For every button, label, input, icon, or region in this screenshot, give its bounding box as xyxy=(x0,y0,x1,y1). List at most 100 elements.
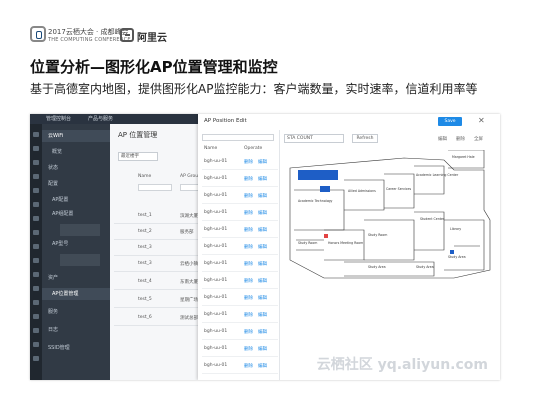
sidebar-item-logs[interactable]: 日志 xyxy=(42,324,110,336)
rail-settings-icon[interactable] xyxy=(33,244,39,249)
sidebar-item-service[interactable]: 服务 xyxy=(42,306,110,318)
ap-delete-link[interactable]: 删除 xyxy=(244,346,253,352)
building-filter-select[interactable]: 最近楼宇 xyxy=(118,152,158,161)
room-label: Career Services xyxy=(386,187,411,191)
rail-chart-icon[interactable] xyxy=(33,230,39,235)
ap-edit-link[interactable]: 编辑 xyxy=(258,193,267,199)
rail-shield-icon[interactable] xyxy=(33,216,39,221)
ap-list-row[interactable]: bgh-uu-01 删除 编辑 xyxy=(202,358,278,374)
ap-name: bgh-uu-01 xyxy=(204,244,228,249)
sidebar-item-config[interactable]: 配置 xyxy=(42,178,110,190)
ap-edit-link[interactable]: 编辑 xyxy=(258,278,267,284)
topbar-products-menu[interactable]: 产品与服务 xyxy=(88,115,113,122)
ap-list-row[interactable]: bgh-uu-01 删除 编辑 xyxy=(202,154,278,170)
ap-delete-link[interactable]: 删除 xyxy=(244,312,253,318)
ap-edit-link[interactable]: 编辑 xyxy=(258,312,267,318)
ap-delete-link[interactable]: 删除 xyxy=(244,176,253,182)
ap-list-row[interactable]: bgh-uu-01 删除 编辑 xyxy=(202,341,278,357)
ap-list-row[interactable]: bgh-uu-01 删除 编辑 xyxy=(202,324,278,340)
name-search-input[interactable] xyxy=(138,184,172,191)
ap-edit-link[interactable]: 编辑 xyxy=(258,363,267,369)
sidebar-item-assets[interactable]: 资产 xyxy=(42,272,110,284)
ap-list-row[interactable]: bgh-uu-01 删除 编辑 xyxy=(202,188,278,204)
ap-edit-link[interactable]: 编辑 xyxy=(258,227,267,233)
ap-list-row[interactable]: bgh-uu-01 删除 编辑 xyxy=(202,222,278,238)
room-label: Margaret Hale xyxy=(452,155,475,159)
slide-title: 位置分析—图形化AP位置管理和监控 xyxy=(30,58,278,76)
ap-edit-link[interactable]: 编辑 xyxy=(258,176,267,182)
rail-plugin-icon[interactable] xyxy=(33,314,39,319)
ap-delete-link[interactable]: 删除 xyxy=(244,159,253,165)
ap-list-row[interactable]: bgh-uu-01 删除 编辑 xyxy=(202,256,278,272)
sidebar-item-ap-model[interactable]: AP型号 xyxy=(42,238,110,250)
sidebar-item-ssid[interactable]: SSID管理 xyxy=(42,342,110,354)
sidebar-item-ap-config[interactable]: AP配置 xyxy=(42,194,110,206)
ap-edit-link[interactable]: 编辑 xyxy=(258,244,267,250)
rail-bell-icon[interactable] xyxy=(33,272,39,277)
ap-name: bgh-uu-01 xyxy=(204,227,228,232)
aliyun-logo-icon xyxy=(120,28,134,42)
floor-plan-map[interactable]: Margaret Hale Academic Learning Center Car… xyxy=(284,150,496,290)
metric-select[interactable]: STA COUNT xyxy=(284,134,344,143)
close-icon[interactable]: ✕ xyxy=(478,116,485,125)
conference-title: 2017云栖大会 · 成都峰会 xyxy=(48,28,129,36)
rail-user-icon[interactable] xyxy=(33,258,39,263)
column-header-name[interactable]: Name xyxy=(138,174,151,179)
sidebar-item-ap-group[interactable]: AP组配置 xyxy=(42,208,110,220)
ap-delete-link[interactable]: 删除 xyxy=(244,261,253,267)
brand-name: 阿里云 xyxy=(137,33,167,44)
topbar-console-link[interactable]: 管理控制台 xyxy=(46,115,71,122)
sidebar-item-ap-location[interactable]: AP位置管理 xyxy=(42,288,110,300)
ap-edit-link[interactable]: 编辑 xyxy=(258,329,267,335)
ap-edit-link[interactable]: 编辑 xyxy=(258,261,267,267)
ap-edit-link[interactable]: 编辑 xyxy=(258,159,267,165)
ap-delete-link[interactable]: 删除 xyxy=(244,244,253,250)
rail-list-icon[interactable] xyxy=(33,146,39,151)
ap-list-row[interactable]: bgh-uu-01 删除 编辑 xyxy=(202,290,278,306)
ap-delete-link[interactable]: 删除 xyxy=(244,363,253,369)
sidebar-item-status[interactable]: 状态 xyxy=(42,162,110,174)
rail-edit-icon[interactable] xyxy=(33,342,39,347)
ap-list-row[interactable]: bgh-uu-01 删除 编辑 xyxy=(202,307,278,323)
ap-edit-link[interactable]: 编辑 xyxy=(258,346,267,352)
refresh-button[interactable]: Refresh xyxy=(352,134,378,143)
rail-home-icon[interactable] xyxy=(33,132,39,137)
ap-list-row[interactable]: bgh-uu-01 删除 编辑 xyxy=(202,239,278,255)
rail-server-icon[interactable] xyxy=(33,160,39,165)
ap-list-row[interactable]: bgh-uu-01 删除 编辑 xyxy=(202,273,278,289)
save-button[interactable]: Save xyxy=(438,117,462,126)
tool-edit[interactable]: 编辑 xyxy=(438,136,447,142)
ap-list-row[interactable]: bgh-uu-01 删除 编辑 xyxy=(202,205,278,221)
rail-db-icon[interactable] xyxy=(33,202,39,207)
row-name: test_3 xyxy=(138,245,152,250)
ap-delete-link[interactable]: 删除 xyxy=(244,295,253,301)
ap-delete-link[interactable]: 删除 xyxy=(244,227,253,233)
ap-search-input[interactable] xyxy=(202,134,274,141)
ap-delete-link[interactable]: 删除 xyxy=(244,193,253,199)
sidebar-item-overview[interactable]: 概览 xyxy=(42,146,110,158)
rail-more-icon[interactable] xyxy=(33,356,39,361)
room-label: Allied Admissions xyxy=(348,189,376,193)
ap-delete-link[interactable]: 删除 xyxy=(244,329,253,335)
row-group: 东南大厦 xyxy=(180,280,198,285)
ap-delete-link[interactable]: 删除 xyxy=(244,278,253,284)
rail-cloud-icon[interactable] xyxy=(33,188,39,193)
row-name: test_2 xyxy=(138,229,152,234)
tool-fullscreen[interactable]: 全屏 xyxy=(474,136,483,142)
room-label: Library xyxy=(450,227,461,231)
ap-edit-link[interactable]: 编辑 xyxy=(258,210,267,216)
ap-name: bgh-uu-01 xyxy=(204,295,228,300)
rail-tools-icon[interactable] xyxy=(33,300,39,305)
row-group: 滨湖大厦 xyxy=(180,214,198,219)
sidebar-blank-block xyxy=(60,254,100,266)
rail-help-icon[interactable] xyxy=(33,328,39,333)
rail-doc-icon[interactable] xyxy=(33,286,39,291)
ap-delete-link[interactable]: 删除 xyxy=(244,210,253,216)
tool-delete[interactable]: 删除 xyxy=(456,136,465,142)
sidebar-item-cloud-wifi[interactable]: 云WiFi xyxy=(42,130,110,142)
ap-edit-link[interactable]: 编辑 xyxy=(258,295,267,301)
ap-list-header-operate: Operate xyxy=(244,146,263,151)
ap-list-row[interactable]: bgh-uu-01 删除 编辑 xyxy=(202,171,278,187)
ap-name: bgh-uu-01 xyxy=(204,159,228,164)
rail-network-icon[interactable] xyxy=(33,174,39,179)
